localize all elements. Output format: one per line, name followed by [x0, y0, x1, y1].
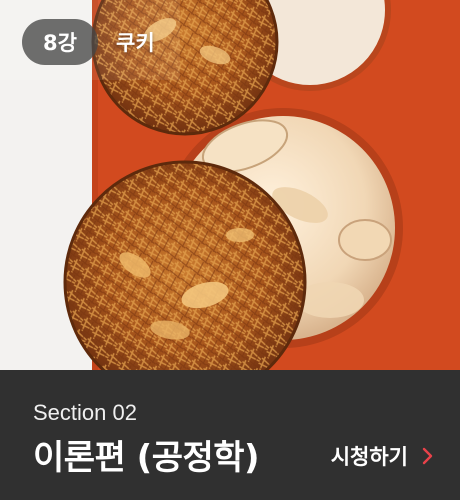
topic-label: 쿠키	[116, 31, 155, 55]
watch-button-label: 시청하기	[330, 445, 408, 469]
course-title: 이론편 (공정학)	[33, 438, 260, 478]
badge-group: 8강 쿠키	[22, 19, 155, 65]
watch-button[interactable]: 시청하기	[331, 441, 434, 471]
section-label: Section 02	[33, 400, 137, 425]
course-card[interactable]: 8강 쿠키 Section 02 이론편 (공정학) 시청하기	[0, 0, 460, 500]
card-footer: Section 02 이론편 (공정학) 시청하기	[0, 370, 460, 500]
thumbnail-image: 8강 쿠키	[0, 0, 460, 370]
lesson-badge: 8강	[22, 19, 98, 65]
chevron-right-icon	[422, 447, 434, 465]
